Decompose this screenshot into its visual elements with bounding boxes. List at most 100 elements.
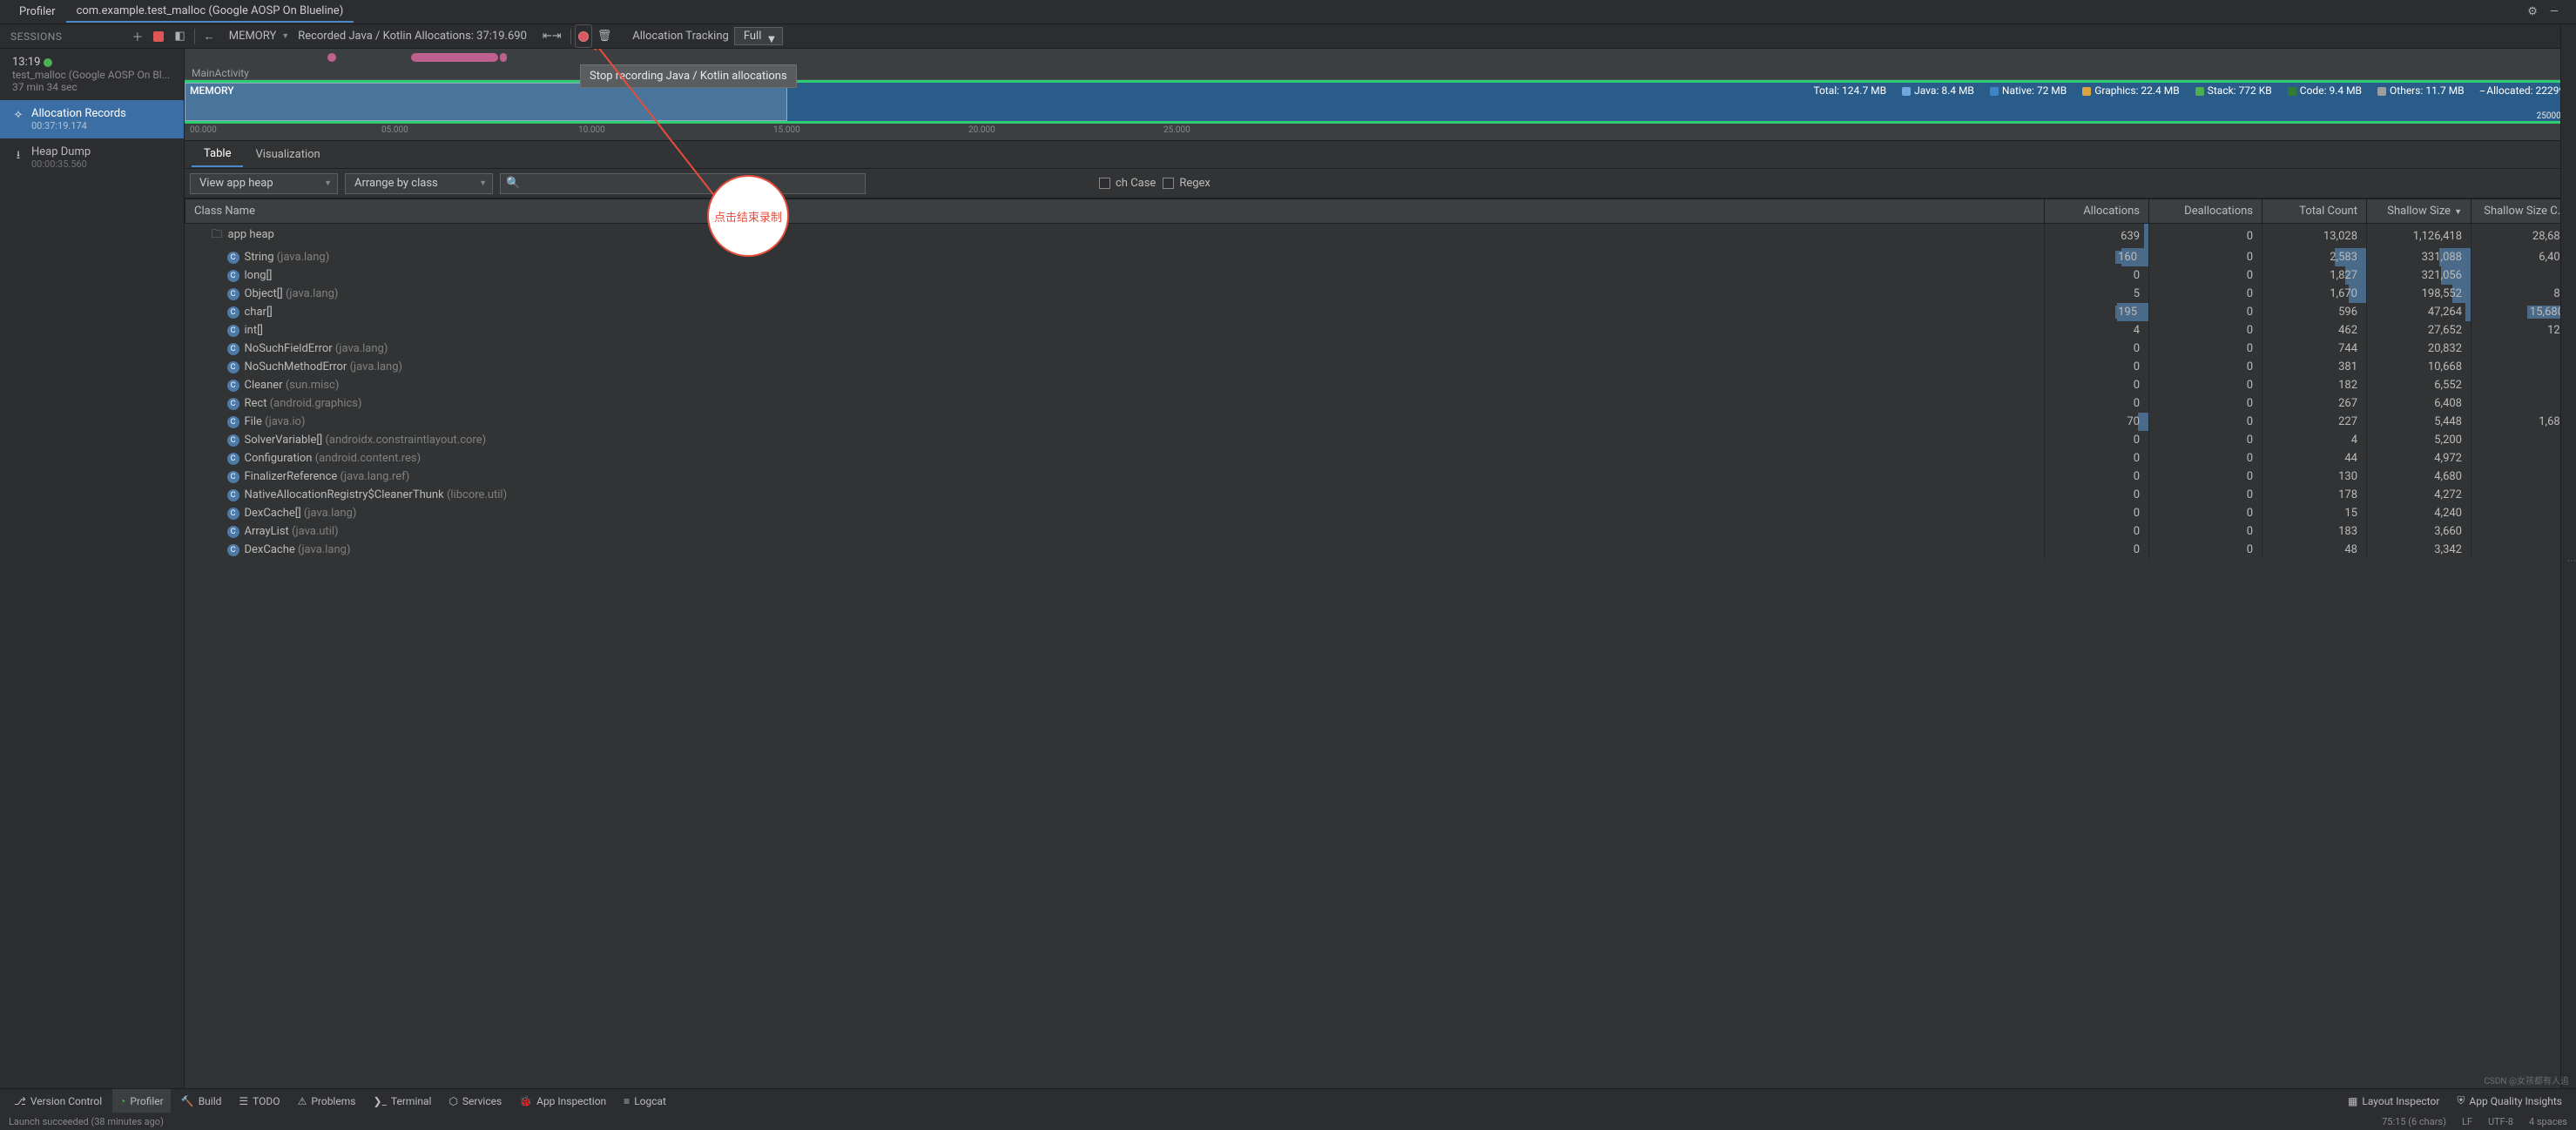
bb-services[interactable]: ⬡Services [442, 1089, 509, 1113]
bb-logcat[interactable]: ≡Logcat [617, 1089, 673, 1113]
legend-native: Native: 72 MB [2002, 84, 2067, 97]
regex-label: Regex [1179, 177, 1210, 190]
table-row[interactable]: CFinalizerReference (java.lang.ref)00130… [185, 467, 2576, 486]
add-session-button[interactable]: ＋ [126, 24, 148, 48]
table-row[interactable]: CDexCache[] (java.lang)00154,2400 [185, 504, 2576, 522]
cell-value: 160 [2115, 251, 2140, 264]
activity-timeline[interactable]: MainActivity [185, 49, 2576, 80]
memory-chart[interactable]: MEMORY Total: 124.7 MB Java: 8.4 MB Nati… [185, 80, 2576, 124]
arrange-select[interactable]: Arrange by class▼ [345, 173, 493, 194]
indent[interactable]: 4 spaces [2529, 1116, 2567, 1127]
content-area: MainActivity MEMORY Total: 124.7 MB Java… [185, 49, 2576, 1088]
right-tool-rail[interactable]: ⋮ [2560, 24, 2576, 1088]
table-row[interactable]: 🗀app heap639013,0281,126,41828,688 [185, 224, 2576, 249]
tab-profiler[interactable]: Profiler [9, 2, 66, 22]
cell-value: 331,088 [2422, 251, 2462, 264]
table-row[interactable]: Cchar[]195059647,26415,680 [185, 303, 2576, 321]
col-deallocations[interactable]: Deallocations [2149, 199, 2262, 224]
search-input[interactable]: 🔍 [500, 173, 866, 194]
cell-value: 27,652 [2428, 324, 2462, 337]
bb-terminal[interactable]: ❯_Terminal [366, 1089, 438, 1113]
cell-value: 182 [2338, 379, 2357, 392]
legend-java: Java: 8.4 MB [1914, 84, 1974, 97]
table-row[interactable]: CDexCache (java.lang)00483,3420 [185, 541, 2576, 559]
col-total-count[interactable]: Total Count [2262, 199, 2367, 224]
col-shallow-size[interactable]: Shallow Size▼ [2367, 199, 2471, 224]
folder-icon: 🗀 [212, 228, 223, 241]
bb-profiler[interactable]: ◔Profiler [112, 1089, 171, 1113]
bug-icon: 🐞 [519, 1095, 532, 1107]
stop-session-button[interactable] [148, 24, 169, 48]
table-row[interactable]: Clong[]001,827321,0560 [185, 266, 2576, 285]
bb-layout-inspector[interactable]: ▦Layout Inspector [2341, 1089, 2446, 1113]
swatch-graphics-icon [2082, 87, 2091, 96]
rail-item[interactable]: ⋮ [2566, 556, 2576, 565]
trash-icon[interactable]: 🗑 [592, 24, 617, 48]
table-row[interactable]: CObject[] (java.lang)501,670198,55280 [185, 285, 2576, 303]
class-name: long[] [245, 269, 273, 282]
table-row[interactable]: CRect (android.graphics)002676,4080 [185, 394, 2576, 413]
col-class-name[interactable]: Class Name [185, 199, 2045, 224]
cell-value: 5,200 [2434, 434, 2462, 447]
status-bar: Launch succeeded (38 minutes ago) 75:15 … [0, 1113, 2576, 1130]
tick-label: 05.000 [381, 125, 408, 135]
line-ending[interactable]: LF [2462, 1116, 2472, 1127]
allocation-table[interactable]: Class Name Allocations Deallocations Tot… [185, 198, 2576, 1088]
table-row[interactable]: CFile (java.io)7002275,4481,680 [185, 413, 2576, 431]
bb-todo[interactable]: ☰TODO [232, 1089, 287, 1113]
legend-others: Others: 11.7 MB [2390, 84, 2465, 97]
cell-value: 0 [2247, 470, 2253, 483]
expand-panel-button[interactable]: ◧ [169, 24, 190, 48]
sidebar-item-allocation-records[interactable]: ✧ Allocation Records 00:37:19.174 [0, 100, 184, 138]
caret-position[interactable]: 75:15 (6 chars) [2382, 1116, 2446, 1127]
time-axis[interactable]: 00.000 05.000 10.000 15.000 20.000 25.00… [185, 124, 2576, 141]
tab-table[interactable]: Table [192, 142, 243, 167]
cell-value: 130 [2338, 470, 2357, 483]
table-row[interactable]: CNoSuchMethodError (java.lang)0038110,66… [185, 358, 2576, 376]
class-icon: C [227, 380, 239, 392]
gear-icon[interactable]: ⚙ [2527, 5, 2538, 18]
gauge-icon: ◔ [119, 1095, 125, 1107]
match-case-checkbox[interactable]: ch Case [1099, 177, 1156, 190]
fit-range-button[interactable]: ⇤⇥ [537, 24, 567, 48]
bb-build[interactable]: 🔨Build [174, 1089, 229, 1113]
bb-version-control[interactable]: ⎇Version Control [7, 1089, 109, 1113]
session-time: 13:19 [12, 56, 40, 69]
stop-recording-button[interactable] [575, 24, 592, 48]
table-row[interactable]: CArrayList (java.util)001833,6600 [185, 522, 2576, 541]
sidebar-item-heap-dump[interactable]: ⭳ Heap Dump 00:00:35.560 [0, 138, 184, 177]
table-row[interactable]: CNativeAllocationRegistry$CleanerThunk (… [185, 486, 2576, 504]
heap-select[interactable]: View app heap▼ [190, 173, 338, 194]
swatch-stack-icon [2195, 87, 2204, 96]
table-row[interactable]: Cint[]4046227,652128 [185, 321, 2576, 340]
arrange-select-label: Arrange by class [354, 177, 438, 190]
cell-value: 0 [2134, 379, 2140, 392]
regex-checkbox[interactable]: Regex [1163, 177, 1210, 190]
class-icon: C [227, 270, 239, 282]
cell-value: 70 [2127, 415, 2140, 428]
table-row[interactable]: CCleaner (sun.misc)001826,5520 [185, 376, 2576, 394]
table-row[interactable]: CString (java.lang)16002,583331,0886,400 [185, 248, 2576, 266]
session-entry[interactable]: 13:19 test_malloc (Google AOSP On Bl... … [0, 49, 184, 100]
class-name: SolverVariable[] [245, 434, 323, 447]
cell-value: 0 [2247, 324, 2253, 337]
back-button[interactable]: ← [199, 24, 220, 48]
memory-dropdown[interactable]: MEMORY ▼ [220, 30, 298, 43]
cell-value: 0 [2247, 507, 2253, 520]
class-icon: C [227, 544, 239, 556]
encoding[interactable]: UTF-8 [2488, 1116, 2513, 1127]
minimize-icon[interactable]: ― [2550, 5, 2559, 18]
bb-problems[interactable]: ⚠Problems [291, 1089, 363, 1113]
table-row[interactable]: CSolverVariable[] (androidx.constraintla… [185, 431, 2576, 449]
bb-app-inspection[interactable]: 🐞App Inspection [512, 1089, 613, 1113]
tracking-select[interactable]: Full ▼ [734, 27, 784, 45]
table-row[interactable]: CNoSuchFieldError (java.lang)0074420,832… [185, 340, 2576, 358]
col-allocations[interactable]: Allocations [2045, 199, 2149, 224]
cell-value: 6,552 [2434, 379, 2462, 392]
bb-app-quality[interactable]: ⛨App Quality Insights [2450, 1089, 2569, 1113]
tab-app[interactable]: com.example.test_malloc (Google AOSP On … [66, 1, 354, 23]
bottom-tool-bar: ⎇Version Control ◔Profiler 🔨Build ☰TODO … [0, 1088, 2576, 1113]
memory-legend: MEMORY Total: 124.7 MB Java: 8.4 MB Nati… [190, 84, 2571, 97]
tab-visualization[interactable]: Visualization [243, 143, 332, 166]
table-row[interactable]: CConfiguration (android.content.res)0044… [185, 449, 2576, 467]
